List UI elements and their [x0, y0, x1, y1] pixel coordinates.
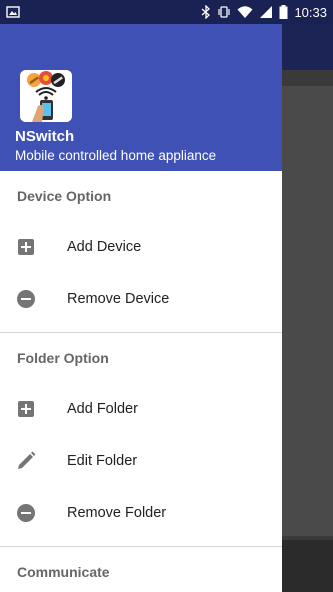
remove-circle-icon	[16, 503, 36, 523]
menu-item-label: Add Folder	[67, 401, 138, 417]
add-box-icon	[16, 237, 36, 257]
app-subtitle: Mobile controlled home appliance	[15, 148, 217, 163]
bluetooth-icon	[201, 5, 211, 19]
menu-item-label: Remove Device	[67, 291, 170, 307]
pencil-icon	[16, 451, 36, 471]
menu-item-remove-device[interactable]: Remove Device	[0, 273, 282, 325]
menu-item-edit-folder[interactable]: Edit Folder	[0, 435, 282, 487]
drawer-header: NSwitch Mobile controlled home appliance	[0, 24, 282, 171]
menu-item-label: Remove Folder	[67, 505, 167, 521]
wifi-icon	[237, 5, 253, 19]
menu-item-label: Add Device	[67, 239, 142, 255]
section-title-folder-option: Folder Option	[17, 350, 109, 366]
status-bar: 10:33	[0, 0, 333, 24]
menu-item-label: Edit Folder	[67, 453, 138, 469]
app-bottom-dimmed	[282, 540, 333, 592]
section-title-communicate: Communicate	[17, 564, 110, 580]
remove-circle-icon	[16, 289, 36, 309]
navigation-drawer: NSwitch Mobile controlled home appliance…	[0, 24, 282, 592]
app-content-dimmed[interactable]	[282, 86, 333, 536]
app-logo	[20, 70, 72, 122]
signal-icon	[259, 5, 273, 19]
image-notification-icon	[6, 5, 20, 19]
battery-icon	[279, 5, 288, 19]
status-time: 10:33	[294, 4, 327, 20]
section-title-device-option: Device Option	[17, 188, 112, 204]
menu-item-add-device[interactable]: Add Device	[0, 221, 282, 273]
vibrate-icon	[217, 5, 231, 19]
menu-item-remove-folder[interactable]: Remove Folder	[0, 487, 282, 539]
app-name: NSwitch	[15, 128, 75, 145]
menu-item-add-folder[interactable]: Add Folder	[0, 383, 282, 435]
add-box-icon	[16, 399, 36, 419]
